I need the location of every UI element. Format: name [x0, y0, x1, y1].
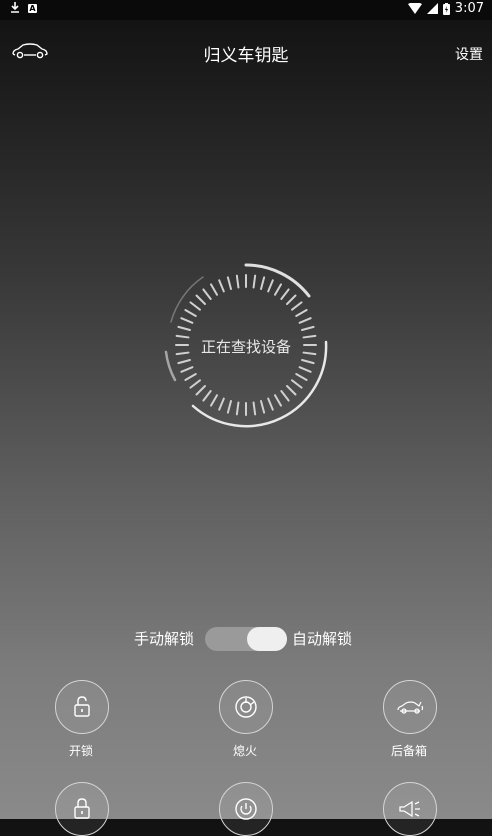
- scan-tick: [189, 301, 201, 311]
- scan-tick: [301, 325, 315, 331]
- scan-tick: [252, 274, 257, 289]
- scan-tick: [202, 288, 212, 300]
- scan-tick: [286, 385, 297, 396]
- manual-unlock-label[interactable]: 手动解锁: [134, 628, 194, 649]
- lock-button[interactable]: [55, 782, 109, 836]
- notification-a-icon: A: [28, 3, 37, 13]
- unlock-mode-toggle-row: 手动解锁 自动解锁: [0, 626, 492, 652]
- scan-tick: [280, 288, 290, 300]
- horn-button[interactable]: [383, 782, 437, 836]
- scan-tick: [177, 325, 191, 331]
- battery-icon: [442, 2, 450, 15]
- unlock-mode-switch[interactable]: [205, 627, 287, 651]
- scan-arc-faint: [170, 276, 204, 323]
- engine-off-label: 熄火: [232, 744, 257, 758]
- scan-tick: [280, 390, 290, 402]
- scan-tick: [252, 401, 257, 416]
- scan-tick: [291, 379, 303, 389]
- scan-tick: [226, 400, 232, 414]
- scan-tick: [295, 373, 308, 381]
- page-title: 归义车钥匙: [203, 46, 289, 66]
- engine-off-icon: [235, 696, 257, 718]
- scan-tick: [291, 301, 303, 311]
- scan-tick: [218, 279, 225, 293]
- scan-tick: [195, 385, 206, 396]
- scan-tick: [260, 276, 266, 290]
- scan-tick: [267, 279, 274, 293]
- settings-button[interactable]: 设置: [455, 44, 483, 64]
- scan-tick: [295, 309, 308, 317]
- wifi-icon: [407, 3, 422, 14]
- scan-tick: [274, 283, 282, 296]
- scan-tick: [301, 359, 315, 365]
- auto-unlock-label[interactable]: 自动解锁: [292, 628, 352, 649]
- power-button[interactable]: [219, 782, 273, 836]
- trunk-icon: [397, 701, 424, 714]
- scan-tick: [210, 283, 218, 296]
- trunk-label: 后备箱: [390, 744, 427, 758]
- scan-tick: [202, 390, 212, 402]
- scan-tick: [184, 373, 197, 381]
- trunk-button[interactable]: [383, 680, 437, 734]
- engine-off-button[interactable]: [219, 680, 273, 734]
- scan-tick: [195, 294, 206, 305]
- scan-tick: [184, 309, 197, 317]
- scan-tick: [235, 274, 240, 289]
- scan-tick: [298, 366, 312, 373]
- scan-tick: [274, 394, 282, 407]
- download-icon: [11, 2, 19, 13]
- status-time: 3:07: [454, 1, 484, 16]
- scan-tick: [180, 317, 194, 324]
- scan-tick: [286, 294, 297, 305]
- scan-tick: [218, 397, 225, 411]
- scan-tick: [189, 379, 201, 389]
- unlock-icon: [74, 696, 90, 717]
- switch-knob[interactable]: [247, 627, 287, 651]
- scan-tick: [226, 276, 232, 290]
- scan-tick: [298, 317, 312, 324]
- scan-tick: [210, 394, 218, 407]
- unlock-label: 开锁: [68, 744, 93, 758]
- status-bar: A 3:07: [0, 0, 492, 20]
- scanning-text: 正在查找设备: [200, 338, 291, 356]
- scan-tick: [177, 359, 191, 365]
- scan-tick: [235, 401, 240, 416]
- scan-tick: [260, 400, 266, 414]
- unlock-button[interactable]: [55, 680, 109, 734]
- signal-icon: [426, 3, 438, 14]
- scan-tick: [180, 366, 194, 373]
- scan-tick: [267, 397, 274, 411]
